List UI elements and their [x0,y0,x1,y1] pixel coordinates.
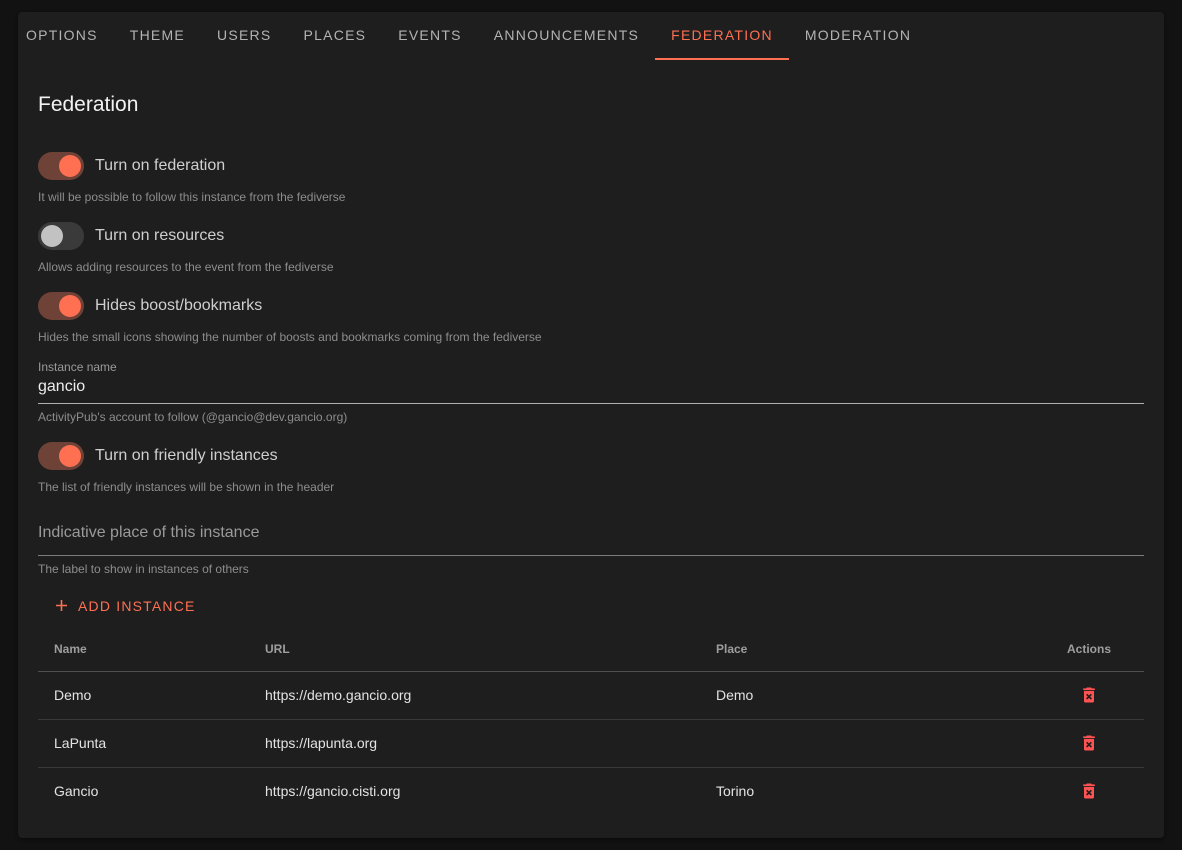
toggle-thumb [59,445,81,467]
federation-toggle-block: Turn on federation It will be possible t… [38,152,1144,204]
table-row: LaPunta https://lapunta.org [38,719,1144,767]
toggle-label: Turn on resources [95,227,224,245]
instance-url-cell: https://gancio.cisti.org [249,767,700,815]
federation-settings: Federation Turn on federation It will be… [18,94,1164,815]
toggle-thumb [59,155,81,177]
add-instance-button[interactable]: ADD INSTANCE [40,588,208,623]
instance-name-label: Instance name [38,360,1144,374]
tab-options[interactable]: OPTIONS [18,12,114,60]
instance-url-cell: https://lapunta.org [249,719,700,767]
column-header-place: Place [700,627,1034,671]
instance-place-cell [700,719,1034,767]
toggle-hint: Hides the small icons showing the number… [38,330,1144,344]
toggle-hint: The list of friendly instances will be s… [38,480,1144,494]
toggle-hint: It will be possible to follow this insta… [38,190,1144,204]
tab-users[interactable]: USERS [201,12,287,60]
instance-name-field-block: Instance name ActivityPub's account to f… [38,360,1144,424]
column-header-name: Name [38,627,249,671]
hide-boost-toggle-block: Hides boost/bookmarks Hides the small ic… [38,292,1144,344]
resources-toggle-block: Turn on resources Allows adding resource… [38,222,1144,274]
instance-name-cell: LaPunta [38,719,249,767]
table-row: Gancio https://gancio.cisti.org Torino [38,767,1144,815]
plus-icon [52,596,71,615]
tab-places[interactable]: PLACES [288,12,383,60]
tab-federation[interactable]: FEDERATION [655,12,789,60]
admin-panel-card: OPTIONS THEME USERS PLACES EVENTS ANNOUN… [18,12,1164,838]
trash-delete-icon [1079,741,1099,756]
turn-on-resources-toggle[interactable] [38,222,84,250]
trash-delete-icon [1079,789,1099,804]
instance-name-cell: Gancio [38,767,249,815]
tab-moderation[interactable]: MODERATION [789,12,927,60]
table-row: Demo https://demo.gancio.org Demo [38,671,1144,719]
trusted-instances-table: Name URL Place Actions Demo https://demo… [38,627,1144,815]
toggle-label: Turn on friendly instances [95,447,278,465]
turn-on-federation-toggle[interactable] [38,152,84,180]
tab-events[interactable]: EVENTS [382,12,478,60]
turn-on-friendly-instances-toggle[interactable] [38,442,84,470]
tab-theme[interactable]: THEME [114,12,201,60]
instance-place-input[interactable] [38,524,1144,556]
toggle-thumb [41,225,63,247]
delete-instance-button[interactable] [1077,683,1101,707]
instance-place-cell: Torino [700,767,1034,815]
instance-url-cell: https://demo.gancio.org [249,671,700,719]
toggle-label: Turn on federation [95,157,225,175]
instance-name-input[interactable] [38,378,1144,404]
trash-delete-icon [1079,693,1099,708]
instance-place-cell: Demo [700,671,1034,719]
toggle-label: Hides boost/bookmarks [95,297,262,315]
page-title: Federation [38,94,1144,116]
toggle-hint: Allows adding resources to the event fro… [38,260,1144,274]
column-header-url: URL [249,627,700,671]
delete-instance-button[interactable] [1077,779,1101,803]
friendly-instances-toggle-block: Turn on friendly instances The list of f… [38,442,1144,494]
instance-name-hint: ActivityPub's account to follow (@gancio… [38,410,1144,424]
instance-name-cell: Demo [38,671,249,719]
table-header-row: Name URL Place Actions [38,627,1144,671]
toggle-thumb [59,295,81,317]
column-header-actions: Actions [1034,627,1144,671]
tab-announcements[interactable]: ANNOUNCEMENTS [478,12,655,60]
instance-place-field-block: The label to show in instances of others [38,524,1144,576]
instance-place-hint: The label to show in instances of others [38,562,1144,576]
delete-instance-button[interactable] [1077,731,1101,755]
add-instance-label: ADD INSTANCE [78,598,196,614]
hides-boost-bookmarks-toggle[interactable] [38,292,84,320]
admin-tabs: OPTIONS THEME USERS PLACES EVENTS ANNOUN… [18,12,1164,60]
